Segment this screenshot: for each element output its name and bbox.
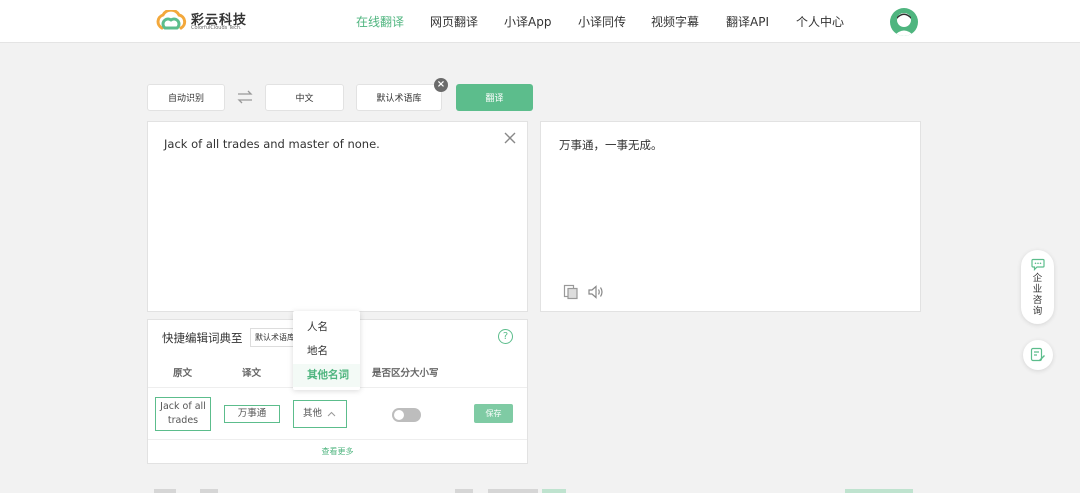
source-language-select[interactable]: 自动识别 xyxy=(147,84,225,111)
enterprise-consult-label: 企业咨询 xyxy=(1032,273,1043,317)
help-icon[interactable]: ? xyxy=(498,329,513,344)
cloud-logo-icon xyxy=(156,10,187,30)
edit-note-icon xyxy=(1030,347,1045,362)
view-more-link[interactable]: 查看更多 xyxy=(148,446,527,457)
feedback-button[interactable] xyxy=(1023,340,1053,370)
bottom-toolbar-edge xyxy=(154,489,913,493)
nav-api[interactable]: 翻译API xyxy=(726,13,769,30)
user-avatar[interactable] xyxy=(890,8,918,36)
toggle-knob xyxy=(394,410,404,420)
copy-icon[interactable] xyxy=(563,284,579,300)
glossary-clear-icon[interactable]: × xyxy=(434,78,448,92)
dropdown-option-person-name[interactable]: 人名 xyxy=(293,316,360,339)
nav-profile[interactable]: 个人中心 xyxy=(796,13,844,30)
column-header-case-sensitive: 是否区分大小写 xyxy=(372,368,439,379)
quick-edit-title: 快捷编辑词典至 xyxy=(162,331,243,345)
column-header-target: 译文 xyxy=(242,368,262,379)
nav-web-translate[interactable]: 网页翻译 xyxy=(430,13,478,30)
type-select-value: 其他 xyxy=(303,408,323,419)
chevron-up-icon xyxy=(327,411,336,416)
save-button[interactable]: 保存 xyxy=(474,404,513,423)
type-select[interactable]: 其他 xyxy=(293,400,347,428)
source-term-input[interactable]: Jack of all trades xyxy=(155,397,211,431)
brand-logo[interactable]: 彩云科技 ColorfulClouds Tech. xyxy=(154,8,254,34)
target-text-panel: 万事通，一事无成。 xyxy=(540,121,921,312)
target-term-input[interactable]: 万事通 xyxy=(224,405,280,423)
source-text-panel[interactable]: Jack of all trades and master of none. xyxy=(147,121,528,312)
chat-bubble-icon xyxy=(1031,258,1045,271)
swap-languages-icon[interactable] xyxy=(236,90,254,104)
nav-simultaneous[interactable]: 小译同传 xyxy=(578,13,626,30)
nav-online-translate[interactable]: 在线翻译 xyxy=(356,13,404,30)
user-avatar-icon xyxy=(894,13,914,36)
nav-video-subtitles[interactable]: 视频字幕 xyxy=(651,13,699,30)
column-header-source: 原文 xyxy=(173,368,193,379)
top-header: 彩云科技 ColorfulClouds Tech. 在线翻译 网页翻译 小译Ap… xyxy=(0,0,1080,43)
close-icon[interactable] xyxy=(503,131,517,145)
translated-text: 万事通，一事无成。 xyxy=(559,138,663,152)
dropdown-option-other-noun[interactable]: 其他名词 xyxy=(293,364,360,387)
enterprise-consult-button[interactable]: 企业咨询 xyxy=(1021,250,1054,324)
brand-subtitle: ColorfulClouds Tech. xyxy=(191,25,242,31)
target-language-select[interactable]: 中文 xyxy=(265,84,344,111)
speaker-icon[interactable] xyxy=(587,284,605,300)
nav-app[interactable]: 小译App xyxy=(504,13,551,30)
dropdown-option-place-name[interactable]: 地名 xyxy=(293,340,360,363)
case-sensitive-toggle[interactable] xyxy=(392,408,421,422)
type-dropdown-menu: 人名 地名 其他名词 xyxy=(293,311,360,390)
translate-button[interactable]: 翻译 xyxy=(456,84,533,111)
table-divider xyxy=(148,439,527,440)
source-text[interactable]: Jack of all trades and master of none. xyxy=(164,137,380,151)
glossary-select[interactable]: 默认术语库 xyxy=(356,84,442,111)
